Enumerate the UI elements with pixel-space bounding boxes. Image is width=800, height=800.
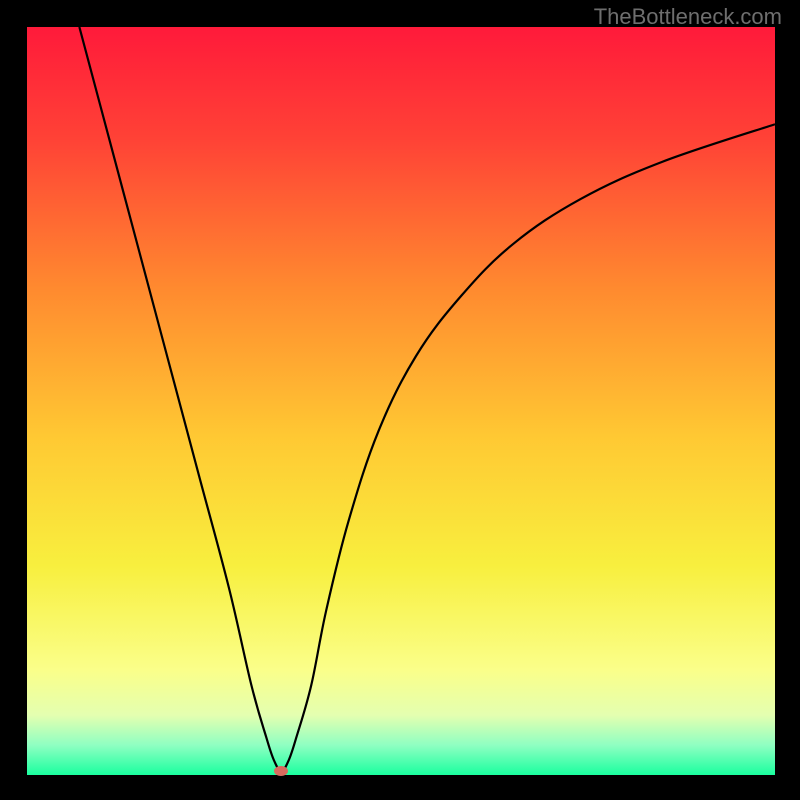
curve-layer xyxy=(27,27,775,775)
minimum-marker-icon xyxy=(274,766,288,776)
chart-frame xyxy=(27,27,775,775)
bottleneck-curve xyxy=(79,27,775,771)
